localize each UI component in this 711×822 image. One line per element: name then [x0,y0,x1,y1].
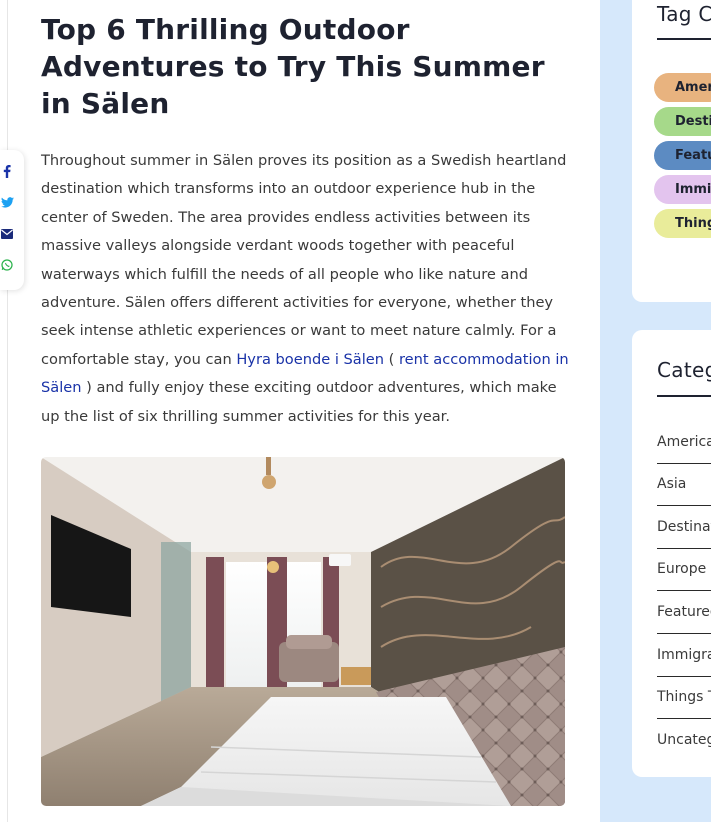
tag-pill-4[interactable]: Thing [654,209,711,238]
category-item-2[interactable]: Destinat [657,519,711,535]
category-divider [657,505,711,506]
tag-pill-3[interactable]: Immig [654,175,711,204]
article-title: Top 6 Thrilling Outdoor Adventures to Tr… [41,13,545,120]
tag-widget-title: Tag C [657,2,711,26]
category-item-7[interactable]: Uncateg [657,732,711,748]
intro-text: Throughout summer in Sälen proves its po… [41,152,567,368]
twitter-icon[interactable] [0,195,14,209]
intro-text-end: ) and fully enjoy these exciting outdoor… [41,379,557,425]
facebook-icon[interactable] [0,164,14,178]
category-item-4[interactable]: Featured [657,604,711,620]
share-bar [0,150,24,290]
whatsapp-icon[interactable] [0,258,14,272]
categories-widget [632,330,711,777]
category-item-1[interactable]: Asia [657,476,686,492]
email-icon[interactable] [0,227,14,241]
tag-pill-0[interactable]: Amer [654,73,711,102]
categories-widget-title: Categ [657,358,711,382]
tag-pill-1[interactable]: Destin [654,107,711,136]
category-divider [657,633,711,634]
category-item-0[interactable]: America [657,434,711,450]
left-divider [7,0,8,822]
category-divider [657,463,711,464]
category-divider [657,676,711,677]
bedroom-photo [41,457,565,806]
tag-pill-2[interactable]: Featu [654,141,711,170]
category-item-6[interactable]: Things T [657,689,711,705]
category-item-3[interactable]: Europe [657,561,706,577]
tag-widget-underline [657,38,711,40]
paren-open: ( [384,350,399,368]
categories-widget-underline [657,395,711,397]
article-intro: Throughout summer in Sälen proves its po… [41,147,571,431]
category-divider [657,590,711,591]
hyra-boende-link[interactable]: Hyra boende i Sälen [236,351,384,368]
category-divider [657,548,711,549]
category-item-5[interactable]: Immigra [657,647,711,663]
category-divider [657,718,711,719]
